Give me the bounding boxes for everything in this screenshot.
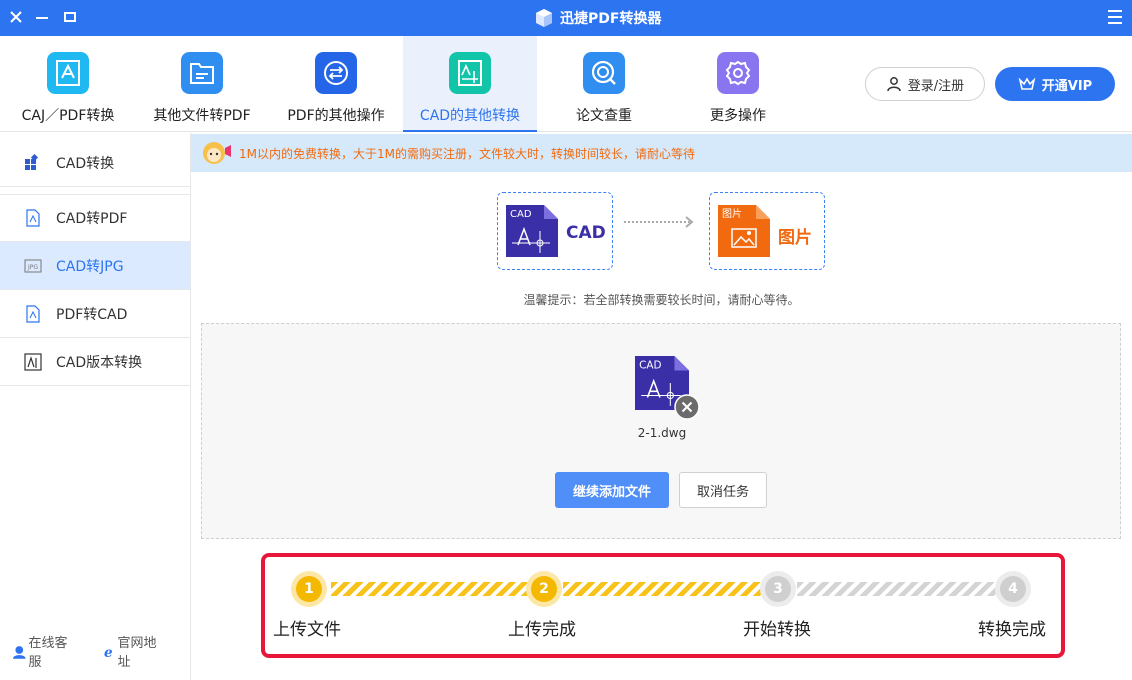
from-format-label: CAD <box>566 223 606 243</box>
progress-steps: 1 2 3 4 上传文件 上传完成 开始转换 转换完成 <box>261 553 1065 658</box>
swap-icon <box>315 52 357 94</box>
sidebar-item-pdf-to-cad[interactable]: PDF转CAD <box>0 290 190 338</box>
jpg-file-icon: JPG <box>24 259 42 272</box>
step-indicator: 2 <box>526 571 562 607</box>
gear-icon <box>717 52 759 94</box>
app-title: 迅捷PDF转换器 <box>560 11 662 27</box>
vip-label: 开通VIP <box>1041 78 1093 94</box>
minimize-icon[interactable] <box>36 17 48 19</box>
step-number: 1 <box>296 576 322 602</box>
step-label: 上传完成 <box>508 620 576 640</box>
tab-other-to-pdf[interactable]: 其他文件转PDF <box>135 36 269 132</box>
step-indicator: 3 <box>760 571 796 607</box>
close-icon[interactable] <box>8 9 24 25</box>
hint-text: 温馨提示：若全部转换需要较长时间，请耐心等待。 <box>523 293 800 307</box>
from-file-tag: CAD <box>510 209 532 220</box>
svg-text:JPG: JPG <box>27 264 38 271</box>
step-connector <box>797 582 999 596</box>
app-logo-icon <box>536 9 552 27</box>
remove-file-icon[interactable] <box>674 394 700 420</box>
svg-text:e: e <box>104 644 113 658</box>
cad-version-icon <box>24 352 42 371</box>
image-file-icon: 图片 <box>718 205 770 257</box>
to-file-tag: 图片 <box>722 207 742 220</box>
pdf-file-icon <box>26 209 40 227</box>
sidebar-item-cad-to-jpg[interactable]: JPG CAD转JPG <box>0 242 190 290</box>
to-format-label: 图片 <box>778 228 812 248</box>
vip-button[interactable]: 开通VIP <box>995 67 1115 101</box>
sidebar-item-label: PDF转CAD <box>56 306 128 323</box>
sidebar-item-label: CAD转换 <box>56 155 115 172</box>
source-format-card: CAD CAD <box>497 192 613 270</box>
grid-icon <box>25 153 39 170</box>
title-bar: 迅捷PDF转换器 <box>0 0 1132 36</box>
target-format-card: 图片 图片 <box>709 192 825 270</box>
file-tag: CAD <box>639 359 661 371</box>
step-number: 3 <box>765 576 791 602</box>
tab-label: CAJ／PDF转换 <box>21 108 115 124</box>
sidebar-item-label: CAD转PDF <box>56 211 128 227</box>
tab-cad-other[interactable]: CAD的其他转换 <box>403 36 537 132</box>
sidebar-footer: 在线客服 e 官网地址 <box>12 632 190 670</box>
cad-icon <box>449 52 491 94</box>
step-number: 2 <box>531 576 557 602</box>
step-connector <box>331 582 531 596</box>
login-label: 登录/注册 <box>907 78 965 94</box>
step-label: 上传文件 <box>273 620 341 640</box>
sidebar-item-label: CAD版本转换 <box>56 354 143 371</box>
cad-file-icon: CAD <box>506 205 558 257</box>
online-service-link[interactable]: 在线客服 <box>12 632 79 670</box>
step-indicator: 4 <box>995 571 1031 607</box>
add-files-button[interactable]: 继续添加文件 <box>555 472 669 508</box>
caj-pdf-icon <box>47 52 89 94</box>
tab-more-ops[interactable]: 更多操作 <box>671 36 805 132</box>
website-link[interactable]: e 官网地址 <box>101 632 168 670</box>
headset-icon <box>12 645 26 659</box>
sidebar-item-cad-to-pdf[interactable]: CAD转PDF <box>0 194 190 242</box>
sidebar: CAD转换 CAD转PDF JPG CAD转JPG PDF转CAD CAD版本转… <box>0 133 191 680</box>
user-icon <box>887 77 901 92</box>
tab-pdf-other[interactable]: PDF的其他操作 <box>269 36 403 132</box>
pdf-file-icon <box>26 304 40 323</box>
mascot-icon <box>203 142 231 164</box>
file-drop-zone[interactable]: CAD 2-1.dwg 继续添加文件 取消任务 <box>201 323 1121 539</box>
step-connector <box>563 582 763 596</box>
tab-label: CAD的其他转换 <box>419 108 521 124</box>
folder-icon <box>181 52 223 94</box>
step-indicator: 1 <box>291 571 327 607</box>
tab-label: 更多操作 <box>710 108 766 124</box>
tab-paper-check[interactable]: 论文查重 <box>537 36 671 132</box>
sidebar-item-label: CAD转JPG <box>56 258 124 275</box>
app-title-group: 迅捷PDF转换器 <box>534 7 661 29</box>
menu-icon[interactable] <box>1108 10 1122 24</box>
main-toolbar: CAJ／PDF转换 其他文件转PDF PDF的其他操作 CAD的其他转换 论文查… <box>0 36 1132 132</box>
crown-icon <box>1018 77 1036 90</box>
tab-caj-pdf[interactable]: CAJ／PDF转换 <box>1 36 135 132</box>
step-label: 开始转换 <box>743 620 811 640</box>
file-name: 2-1.dwg <box>637 426 687 440</box>
online-service-label: 在线客服 <box>28 636 68 670</box>
tab-label: PDF的其他操作 <box>287 108 385 124</box>
arrow-icon <box>624 216 694 228</box>
step-label: 转换完成 <box>978 620 1046 640</box>
ie-icon: e <box>104 644 113 658</box>
website-label: 官网地址 <box>117 636 157 670</box>
paper-check-icon <box>583 52 625 94</box>
sidebar-item-cad-convert[interactable]: CAD转换 <box>0 139 190 187</box>
notice-text: 1M以内的免费转换，大于1M的需购买注册，文件较大时，转换时间较长，请耐心等待 <box>239 146 695 161</box>
cancel-task-button[interactable]: 取消任务 <box>679 472 767 508</box>
notice-bar: 1M以内的免费转换，大于1M的需购买注册，文件较大时，转换时间较长，请耐心等待 <box>191 134 1132 172</box>
sidebar-item-cad-version[interactable]: CAD版本转换 <box>0 338 190 386</box>
tab-label: 论文查重 <box>576 108 632 124</box>
login-button[interactable]: 登录/注册 <box>865 67 985 101</box>
tab-label: 其他文件转PDF <box>153 108 251 124</box>
maximize-icon[interactable] <box>64 12 76 22</box>
step-number: 4 <box>1000 576 1026 602</box>
